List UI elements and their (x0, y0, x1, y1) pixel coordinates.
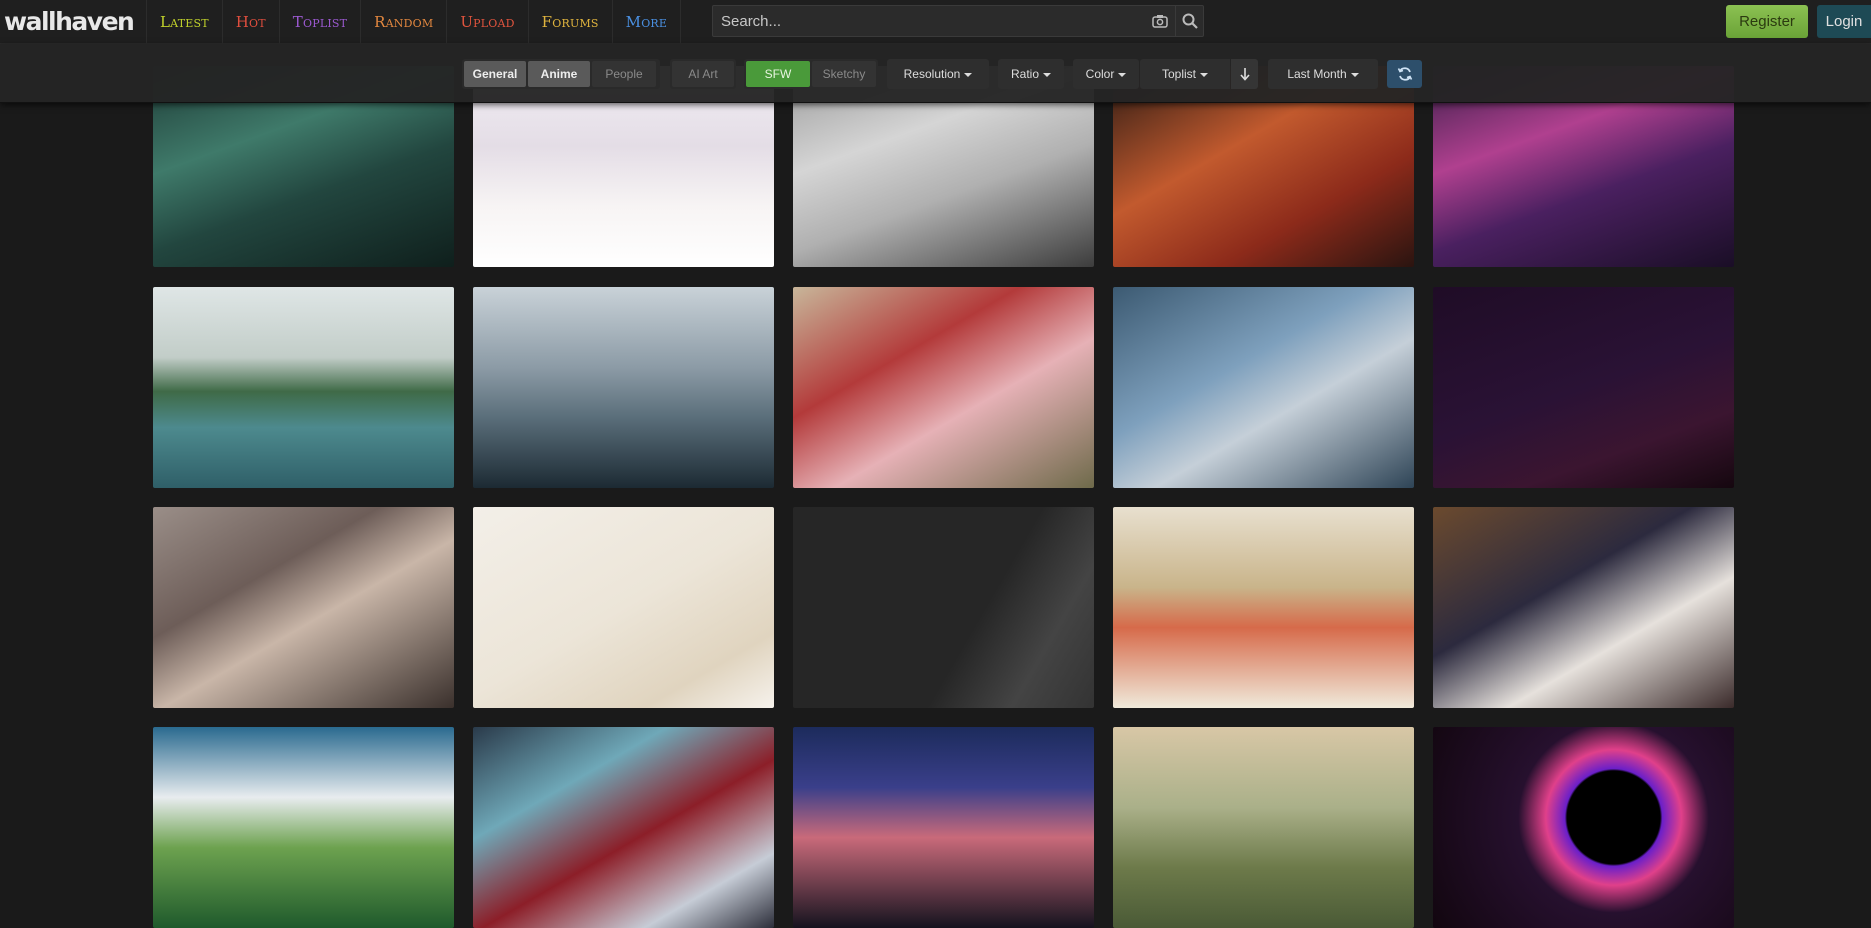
sort-label: Toplist (1161, 67, 1196, 81)
register-button[interactable]: Register (1726, 5, 1808, 38)
purity-filter-group: SFW Sketchy (744, 59, 878, 89)
nav-hot[interactable]: Hot (221, 0, 279, 44)
search-input[interactable] (713, 6, 1143, 36)
sort-order-toggle[interactable] (1231, 59, 1258, 89)
chevron-down-icon (1200, 73, 1208, 77)
ai-art-toggle[interactable]: AI Art (672, 61, 734, 87)
thumb-ghibli-grass[interactable] (153, 727, 454, 928)
nav-more[interactable]: More (611, 0, 682, 44)
purity-sfw-toggle[interactable]: SFW (746, 61, 810, 87)
thumb-mountain-lake[interactable] (153, 287, 454, 488)
camera-icon[interactable] (1147, 6, 1173, 36)
arrow-down-icon (1239, 68, 1250, 81)
nav-random[interactable]: Random (360, 0, 446, 44)
nav-latest[interactable]: Latest (146, 0, 222, 44)
search-icon[interactable] (1175, 6, 1203, 36)
thumb-girl-lilies[interactable] (793, 287, 1094, 488)
nav-more-label: More (625, 13, 668, 31)
category-people-toggle[interactable]: People (592, 61, 656, 87)
color-label: Color (1085, 67, 1115, 81)
login-button[interactable]: Login (1817, 5, 1871, 38)
filter-bar: General Anime People AI Art SFW Sketchy … (0, 44, 1871, 103)
color-dropdown[interactable]: Color (1073, 59, 1139, 89)
refresh-icon (1397, 67, 1412, 81)
purity-sketchy-toggle[interactable]: Sketchy (812, 61, 876, 87)
main-nav: Latest Hot Toplist Random Upload Forums … (146, 0, 682, 44)
chevron-down-icon (1350, 73, 1359, 77)
nav-upload-label: Upload (460, 13, 515, 31)
top-header: wallhaven Latest Hot Toplist Random Uplo… (0, 0, 1871, 44)
nav-latest-label: Latest (160, 13, 209, 31)
category-anime-toggle[interactable]: Anime (528, 61, 590, 87)
resolution-dropdown[interactable]: Resolution (887, 59, 989, 89)
time-range-label: Last Month (1287, 67, 1347, 81)
nav-forums[interactable]: Forums (527, 0, 612, 44)
thumb-elf-profile[interactable] (1113, 287, 1414, 488)
thumb-dark-gray-girl[interactable] (793, 507, 1094, 708)
thumb-black-hole-neon[interactable] (1433, 727, 1734, 928)
category-filter-group: General Anime People (462, 59, 660, 89)
thumb-astronaut-space[interactable] (1433, 287, 1734, 488)
chevron-down-icon (1043, 73, 1051, 77)
nav-hot-label: Hot (235, 13, 266, 31)
thumb-forest-adventurer[interactable] (1113, 727, 1414, 928)
thumb-warrior-sketch[interactable] (473, 507, 774, 708)
chevron-down-icon (964, 73, 973, 77)
thumb-red-gothic-girl[interactable] (473, 727, 774, 928)
nav-upload[interactable]: Upload (446, 0, 527, 44)
sort-dropdown[interactable]: Toplist (1140, 59, 1230, 89)
category-general-toggle[interactable]: General (464, 61, 526, 87)
ratio-label: Ratio (1010, 67, 1039, 81)
ai-art-filter-group: AI Art (670, 59, 736, 89)
resolution-label: Resolution (903, 67, 961, 81)
site-logo[interactable]: wallhaven (4, 7, 135, 36)
search-box (712, 5, 1204, 37)
time-range-dropdown[interactable]: Last Month (1268, 59, 1378, 89)
ratio-dropdown[interactable]: Ratio (998, 59, 1064, 89)
chevron-down-icon (1118, 73, 1127, 77)
thumb-pokemon-crowd[interactable] (1113, 507, 1414, 708)
nav-toplist[interactable]: Toplist (278, 0, 360, 44)
refresh-button[interactable] (1387, 60, 1422, 88)
nav-toplist-label: Toplist (292, 13, 348, 31)
nav-forums-label: Forums (541, 13, 599, 31)
thumb-ocean-vortex[interactable] (473, 287, 774, 488)
thumb-sitting-girl-library[interactable] (1433, 507, 1734, 708)
thumb-armor-roses[interactable] (153, 507, 454, 708)
nav-random-label: Random (374, 13, 434, 31)
thumb-sunset-city[interactable] (793, 727, 1094, 928)
